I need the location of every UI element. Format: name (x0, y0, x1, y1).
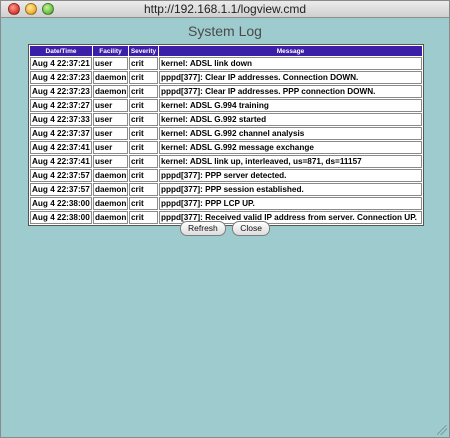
button-bar: Refresh Close (1, 218, 449, 236)
cell-severity: crit (129, 169, 158, 182)
cell-date: Aug 4 22:37:23 (30, 71, 92, 84)
table-row: Aug 4 22:37:33 user crit kernel: ADSL G.… (30, 113, 422, 126)
cell-facility: user (93, 113, 128, 126)
cell-date: Aug 4 22:37:37 (30, 127, 92, 140)
page-title: System Log (188, 23, 262, 39)
column-header-severity: Severity (129, 46, 158, 56)
cell-severity: crit (129, 197, 158, 210)
table-row: Aug 4 22:37:21 user crit kernel: ADSL li… (30, 57, 422, 70)
table-header-row: Date/Time Facility Severity Message (30, 46, 422, 56)
cell-facility: user (93, 57, 128, 70)
cell-message: kernel: ADSL G.992 channel analysis (159, 127, 422, 140)
cell-message: kernel: ADSL G.992 started (159, 113, 422, 126)
table-row: Aug 4 22:37:37 user crit kernel: ADSL G.… (30, 127, 422, 140)
column-header-message: Message (159, 46, 422, 56)
cell-message: kernel: ADSL G.992 message exchange (159, 141, 422, 154)
cell-facility: user (93, 141, 128, 154)
cell-facility: daemon (93, 169, 128, 182)
cell-message: kernel: ADSL link up, interleaved, us=87… (159, 155, 422, 168)
cell-date: Aug 4 22:37:21 (30, 57, 92, 70)
table-row: Aug 4 22:37:41 user crit kernel: ADSL G.… (30, 141, 422, 154)
cell-date: Aug 4 22:37:57 (30, 183, 92, 196)
cell-date: Aug 4 22:37:27 (30, 99, 92, 112)
table-row: Aug 4 22:37:23 daemon crit pppd[377]: Cl… (30, 85, 422, 98)
cell-message: kernel: ADSL G.994 training (159, 99, 422, 112)
cell-date: Aug 4 22:37:41 (30, 141, 92, 154)
cell-severity: crit (129, 155, 158, 168)
cell-severity: crit (129, 85, 158, 98)
cell-message: pppd[377]: Clear IP addresses. Connectio… (159, 71, 422, 84)
cell-severity: crit (129, 99, 158, 112)
column-header-date: Date/Time (30, 46, 92, 56)
table-row: Aug 4 22:37:57 daemon crit pppd[377]: PP… (30, 183, 422, 196)
cell-date: Aug 4 22:37:57 (30, 169, 92, 182)
cell-facility: daemon (93, 85, 128, 98)
cell-severity: crit (129, 113, 158, 126)
cell-severity: crit (129, 141, 158, 154)
cell-date: Aug 4 22:38:00 (30, 197, 92, 210)
cell-facility: daemon (93, 183, 128, 196)
cell-message: pppd[377]: Clear IP addresses. PPP conne… (159, 85, 422, 98)
cell-message: pppd[377]: PPP server detected. (159, 169, 422, 182)
page-content: System Log Date/Time Facility Severity M… (1, 19, 449, 437)
cell-message: pppd[377]: PPP LCP UP. (159, 197, 422, 210)
cell-severity: crit (129, 183, 158, 196)
window-titlebar[interactable]: http://192.168.1.1/logview.cmd (1, 1, 449, 18)
table-row: Aug 4 22:37:23 daemon crit pppd[377]: Cl… (30, 71, 422, 84)
cell-facility: daemon (93, 197, 128, 210)
cell-facility: user (93, 155, 128, 168)
table-row: Aug 4 22:38:00 daemon crit pppd[377]: PP… (30, 197, 422, 210)
table-row: Aug 4 22:37:27 user crit kernel: ADSL G.… (30, 99, 422, 112)
column-header-facility: Facility (93, 46, 128, 56)
system-log-table: Date/Time Facility Severity Message Aug … (28, 44, 424, 226)
cell-date: Aug 4 22:37:41 (30, 155, 92, 168)
cell-message: kernel: ADSL link down (159, 57, 422, 70)
table-row: Aug 4 22:37:41 user crit kernel: ADSL li… (30, 155, 422, 168)
close-button[interactable]: Close (232, 221, 270, 236)
table-row: Aug 4 22:37:57 daemon crit pppd[377]: PP… (30, 169, 422, 182)
cell-facility: user (93, 127, 128, 140)
cell-severity: crit (129, 127, 158, 140)
cell-facility: user (93, 99, 128, 112)
cell-severity: crit (129, 57, 158, 70)
cell-severity: crit (129, 71, 158, 84)
browser-window: http://192.168.1.1/logview.cmd System Lo… (0, 0, 450, 438)
resize-grip-icon[interactable] (437, 425, 447, 435)
cell-date: Aug 4 22:37:23 (30, 85, 92, 98)
cell-facility: daemon (93, 71, 128, 84)
cell-date: Aug 4 22:37:33 (30, 113, 92, 126)
cell-message: pppd[377]: PPP session established. (159, 183, 422, 196)
window-title: http://192.168.1.1/logview.cmd (143, 2, 307, 16)
refresh-button[interactable]: Refresh (180, 221, 226, 236)
